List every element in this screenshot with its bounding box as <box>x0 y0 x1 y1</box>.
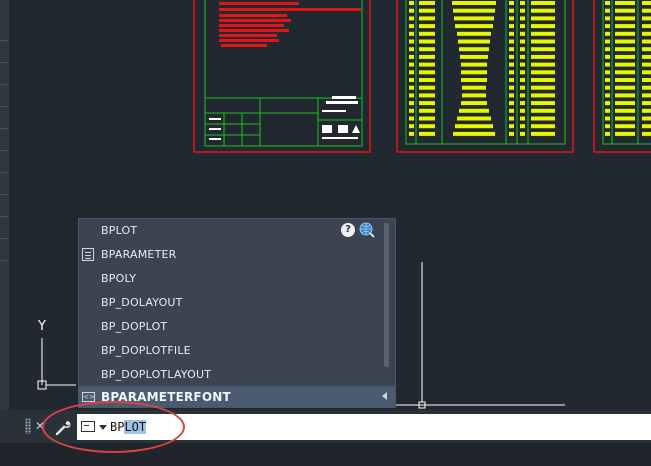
crosshair-cursor <box>396 262 565 409</box>
layout-sheet-1 <box>193 0 371 153</box>
globe-search-icon[interactable] <box>359 222 375 238</box>
autocomplete-item-label: BP_DOPLOT <box>101 320 168 333</box>
autocomplete-item[interactable]: BP_DOPLOTFILE <box>79 339 383 363</box>
autocomplete-item[interactable]: BPLOT ? <box>79 219 383 243</box>
autocomplete-item-label: BP_DOLAYOUT <box>101 296 183 309</box>
ucs-icon <box>37 338 76 390</box>
help-icon[interactable]: ? <box>341 223 355 237</box>
autocomplete-item-label: BPLOT <box>101 224 138 237</box>
autocomplete-item[interactable]: BP_DOLAYOUT <box>79 291 383 315</box>
font-icon: <> <box>82 392 95 402</box>
autocomplete-list: BPLOT ? BPARAMETER BPOLY BP_DOLAYOUT BP_… <box>78 218 396 408</box>
ucs-y-label: Y <box>37 319 46 334</box>
autocomplete-item[interactable]: BPARAMETER <box>79 243 383 267</box>
layout-sheet-2 <box>396 0 574 153</box>
autocomplete-item[interactable]: BP_DOPLOT <box>79 315 383 339</box>
left-panel-strip <box>0 0 9 410</box>
document-icon <box>82 248 94 261</box>
autocomplete-item-label: BP_DOPLOTFILE <box>101 344 191 357</box>
autocomplete-item-label: BPOLY <box>101 272 137 285</box>
autocomplete-item[interactable]: BP_DOPLOTLAYOUT <box>79 363 383 387</box>
drag-grip-icon[interactable] <box>25 418 31 434</box>
autocomplete-scrollbar[interactable] <box>384 223 389 367</box>
layout-sheet-3 <box>593 0 651 153</box>
autocomplete-item-label: BP_DOPLOTLAYOUT <box>101 368 212 381</box>
highlight-ring <box>42 401 185 453</box>
collapse-arrow-icon[interactable] <box>382 392 387 400</box>
autocomplete-item[interactable]: BPOLY <box>79 267 383 291</box>
autocomplete-item-label: BPARAMETER <box>101 248 177 261</box>
